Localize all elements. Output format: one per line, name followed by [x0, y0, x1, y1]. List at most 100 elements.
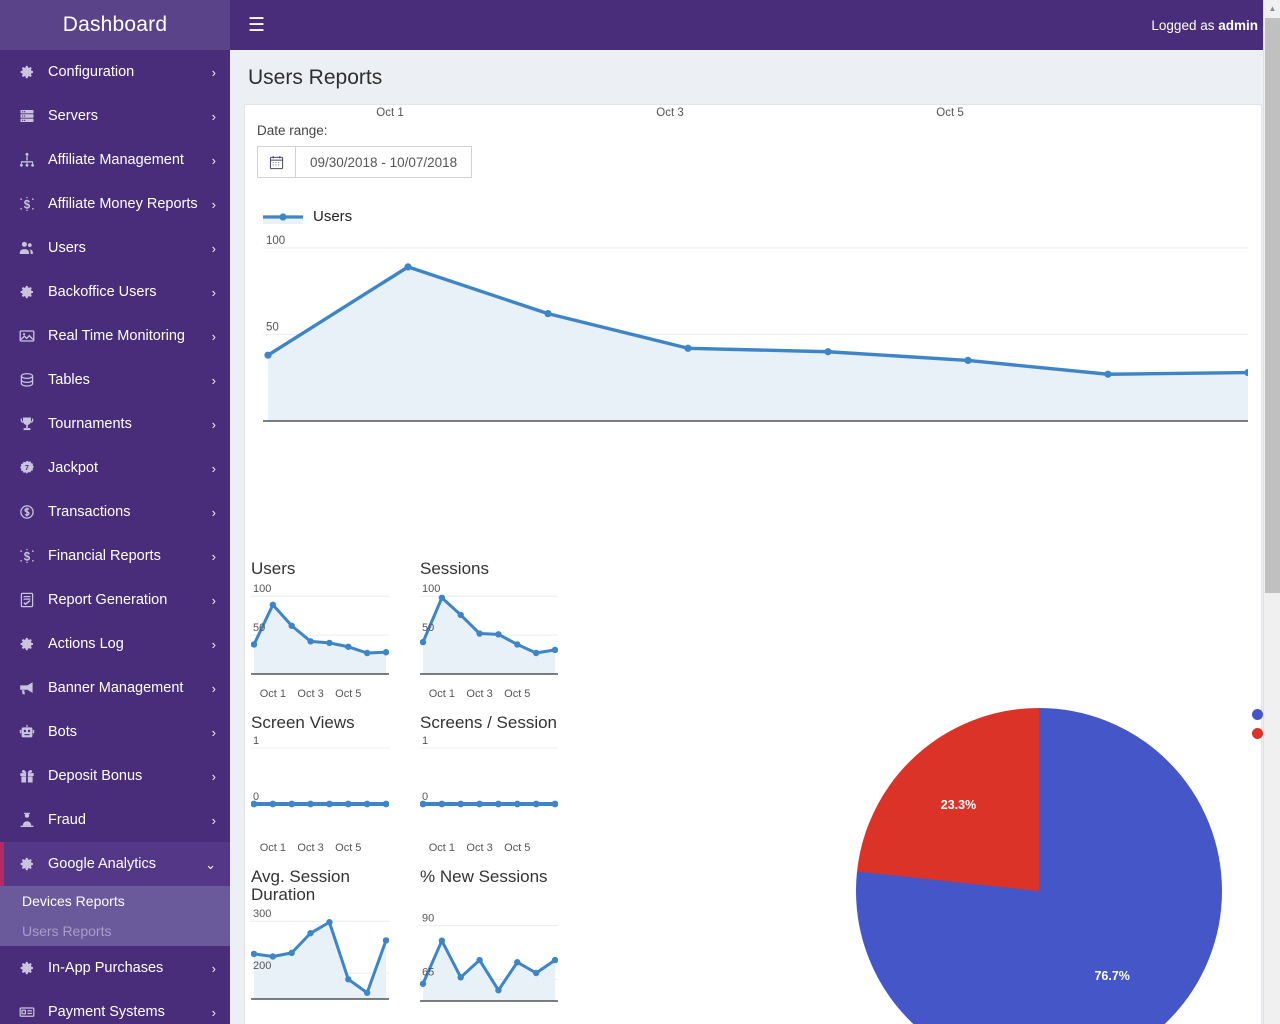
sidebar-item-payment-systems[interactable]: Payment Systems ›	[0, 990, 230, 1024]
sidebar-item-jackpot[interactable]: 7 Jackpot ›	[0, 446, 230, 490]
mini-title-screen-views: Screen Views	[251, 712, 355, 732]
gear-icon	[16, 63, 38, 81]
sidebar-item-in-app-purchases[interactable]: In-App Purchases ›	[0, 946, 230, 990]
sidebar: Dashboard Configuration › Servers › Affiliat…	[0, 0, 230, 1024]
legend-line-swatch	[263, 210, 303, 224]
payment-icon	[16, 1003, 38, 1021]
calendar-icon[interactable]	[258, 147, 296, 177]
sidebar-item-tournaments[interactable]: Tournaments ›	[0, 402, 230, 446]
sidebar-item-label: Transactions	[48, 504, 131, 520]
mini-chart-tick: Oct 1	[259, 687, 286, 700]
legend-label-users: Users	[313, 208, 353, 225]
svg-text:100: 100	[422, 583, 440, 595]
mini-title-avg-session-duration: Avg. Session Duration	[251, 866, 350, 904]
chevron-right-icon: ›	[211, 64, 216, 80]
mini-charts-grid: Users 50 100 Oct 1 Oct 3 Oct 5 Sessions 50 1…	[250, 560, 581, 1023]
mini-row-2: Screen Views 0 1 Oct 1 Oct 3 Oct 5 Screens …	[250, 712, 581, 868]
gear-icon	[16, 959, 38, 977]
svg-text:50: 50	[253, 622, 265, 634]
chevron-right-icon: ›	[211, 636, 216, 652]
scrollbar-up-arrow-icon[interactable]: ▲	[1264, 0, 1280, 17]
chevron-right-icon: ›	[211, 680, 216, 696]
sidebar-item-fraud[interactable]: Fraud ›	[0, 798, 230, 842]
bot-icon	[16, 723, 38, 741]
mini-chart-tick: Oct 3	[466, 687, 493, 700]
svg-text:0: 0	[253, 791, 259, 803]
svg-text:1: 1	[422, 735, 428, 747]
sidebar-item-label: Financial Reports	[48, 548, 161, 564]
chevron-right-icon: ›	[211, 724, 216, 740]
mini-x-axis-sessions: Oct 1 Oct 3 Oct 5	[420, 688, 558, 706]
chevron-right-icon: ›	[211, 284, 216, 300]
mini-chart-tick: Oct 3	[297, 841, 324, 854]
brand-title: Dashboard	[0, 0, 230, 50]
sidebar-item-label: Affiliate Management	[48, 152, 184, 168]
chevron-right-icon: ›	[211, 460, 216, 476]
sidebar-item-google-analytics[interactable]: Google Analytics ⌄	[0, 842, 230, 886]
sidebar-item-report-generation[interactable]: Report Generation ›	[0, 578, 230, 622]
pie-graphic	[855, 707, 1223, 1024]
sidebar-item-configuration[interactable]: Configuration ›	[0, 50, 230, 94]
sidebar-item-servers[interactable]: Servers ›	[0, 94, 230, 138]
page-title: Users Reports	[248, 66, 383, 89]
affiliate-icon	[16, 151, 38, 169]
main-chart-tick: Oct 5	[936, 107, 964, 119]
svg-text:200: 200	[253, 960, 271, 972]
sidebar-item-bots[interactable]: Bots ›	[0, 710, 230, 754]
mini-chart-tick: Oct 3	[466, 841, 493, 854]
fraud-icon	[16, 811, 38, 829]
svg-text:50: 50	[266, 321, 279, 333]
chevron-right-icon: ›	[211, 548, 216, 564]
mini-chart-tick: Oct 1	[259, 841, 286, 854]
mini-chart-tick: Oct 5	[504, 687, 531, 700]
hamburger-icon[interactable]: ☰	[248, 16, 265, 35]
sidebar-subitem-devices-reports[interactable]: Devices Reports	[0, 886, 230, 916]
main-chart-tick: Oct 1	[376, 107, 404, 119]
gift-icon	[16, 767, 38, 785]
sidebar-subitem-users-reports[interactable]: Users Reports	[0, 916, 230, 946]
chevron-right-icon: ›	[211, 196, 216, 212]
chevron-right-icon: ›	[211, 240, 216, 256]
mini-row-3: Avg. Session Duration 200 300 % New Sessi…	[250, 866, 581, 1023]
sidebar-item-banner-management[interactable]: Banner Management ›	[0, 666, 230, 710]
sidebar-item-label: Users	[48, 240, 86, 256]
main-users-chart-svg: 50 100	[263, 235, 1252, 422]
mini-chart-sessions: Sessions 50 100 Oct 1 Oct 3 Oct 5	[419, 560, 559, 706]
sidebar-item-affiliate-management[interactable]: Affiliate Management ›	[0, 138, 230, 182]
sidebar-item-real-time-monitoring[interactable]: Real Time Monitoring ›	[0, 314, 230, 358]
page-scrollbar[interactable]: ▲	[1263, 0, 1280, 1024]
scrollbar-thumb[interactable]	[1265, 18, 1280, 593]
app-root: Dashboard Configuration › Servers › Affiliat…	[0, 0, 1280, 1024]
sidebar-item-label: Google Analytics	[48, 856, 157, 872]
sidebar-item-users[interactable]: Users ›	[0, 226, 230, 270]
mini-chart-tick: Oct 5	[335, 841, 362, 854]
sidebar-item-backoffice-users[interactable]: Backoffice Users ›	[0, 270, 230, 314]
mini-chart-tick: Oct 3	[297, 687, 324, 700]
sidebar-item-transactions[interactable]: Transactions ›	[0, 490, 230, 534]
logged-username: admin	[1218, 17, 1258, 33]
svg-text:$: $	[24, 551, 31, 563]
sidebar-item-tables[interactable]: Tables ›	[0, 358, 230, 402]
svg-text:50: 50	[422, 622, 434, 634]
mini-chart-tick: Oct 1	[428, 687, 455, 700]
sidebar-item-label: Banner Management	[48, 680, 184, 696]
main-chart-tick: Oct 3	[656, 107, 684, 119]
sidebar-item-label: Configuration	[48, 64, 135, 80]
sidebar-item-actions-log[interactable]: Actions Log ›	[0, 622, 230, 666]
users-icon	[16, 239, 38, 257]
chevron-right-icon: ›	[211, 328, 216, 344]
sidebar-item-label: Fraud	[48, 812, 86, 828]
mini-chart-pct-new-sessions: % New Sessions 65 90	[419, 867, 559, 1015]
sidebar-item-label: Bots	[48, 724, 78, 740]
sidebar-item-deposit-bonus[interactable]: Deposit Bonus ›	[0, 754, 230, 798]
sidebar-item-affiliate-money-reports[interactable]: $ Affiliate Money Reports ›	[0, 182, 230, 226]
money-icon: $	[16, 195, 38, 213]
report-icon	[16, 591, 38, 609]
transaction-icon	[16, 503, 38, 521]
svg-text:300: 300	[253, 909, 271, 921]
chevron-right-icon: ›	[211, 372, 216, 388]
sidebar-item-label: Jackpot	[48, 460, 98, 476]
sidebar-item-financial-reports[interactable]: $ Financial Reports ›	[0, 534, 230, 578]
date-range-picker[interactable]: 09/30/2018 - 10/07/2018	[257, 146, 473, 178]
date-range-value[interactable]: 09/30/2018 - 10/07/2018	[296, 147, 471, 177]
